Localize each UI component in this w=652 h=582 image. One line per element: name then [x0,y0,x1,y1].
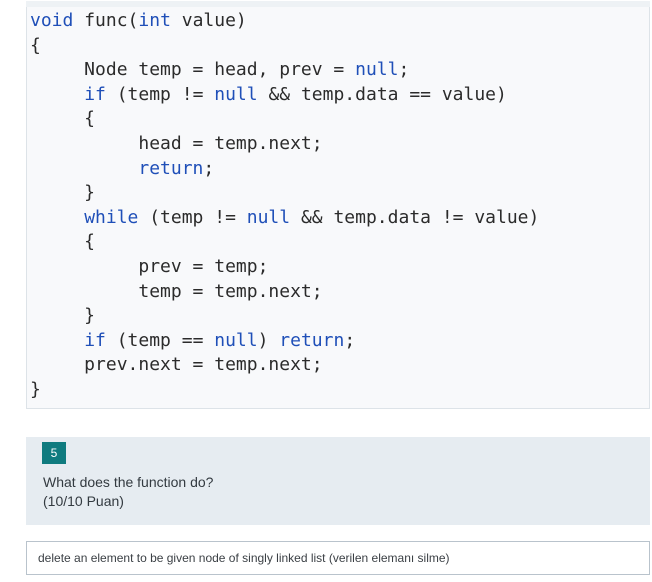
code-text: ) [257,329,280,351]
code-text: Node temp = head, prev = [30,59,356,81]
code-keyword: null [246,206,291,228]
code-line: prev = temp; [30,254,268,279]
code-keyword: while [84,206,139,228]
code-line: } [30,303,95,328]
code-line: prev.next = temp.next; [30,352,323,377]
code-keyword: int [138,10,171,31]
code-line: { [30,106,95,131]
question-card: 5 What does the function do? (10/10 Puan… [26,437,650,525]
answer-field[interactable]: delete an element to be given node of si… [26,541,650,575]
code-line: { [30,229,95,254]
code-line: if (temp != null && temp.data == value) [30,82,507,107]
code-text: prev = temp; [30,256,269,277]
code-text: ; [344,329,356,351]
code-text: { [30,231,96,253]
question-number-badge: 5 [42,442,66,464]
code-text: (temp != [105,83,215,105]
code-text: } [30,182,96,204]
code-keyword: null [214,83,258,105]
code-text: func( [73,10,139,31]
code-line: if (temp == null) return; [30,328,355,353]
code-text: head = temp.next; [30,133,323,154]
code-line: } [30,377,41,402]
code-keyword: null [214,329,258,351]
question-points: (10/10 Puan) [43,493,124,509]
code-panel: void func(int value){ Node temp = head, … [26,1,650,409]
code-text: ; [203,157,215,179]
question-text: What does the function do? [43,474,214,490]
code-text: { [30,34,41,56]
code-keyword: null [355,59,399,81]
code-line: void func(int value) [30,8,247,33]
code-text: && temp.data != value) [290,206,540,228]
code-line: head = temp.next; [30,131,323,156]
code-line: while (temp != null && temp.data != valu… [30,205,539,230]
code-text: ; [398,59,410,81]
code-text: { [30,108,96,130]
code-line: temp = temp.next; [30,279,323,304]
code-text: temp = temp.next; [30,280,323,302]
code-line: } [30,180,95,205]
answer-text: delete an element to be given node of si… [38,551,450,565]
code-text: value) [170,10,247,31]
code-text: (temp == [105,329,215,351]
code-text: } [30,379,41,400]
code-line: { [30,33,41,58]
code-line: Node temp = head, prev = null; [30,57,409,82]
code-keyword: return [138,157,204,179]
code-keyword: if [84,83,106,105]
code-text: prev.next = temp.next; [30,354,323,376]
code-keyword: return [279,329,345,351]
code-keyword: void [30,10,74,31]
code-text: } [30,305,96,327]
code-text: && temp.data == value) [257,83,507,105]
code-line: return; [30,156,214,181]
code-keyword: if [84,329,106,351]
code-text: (temp != [138,206,247,228]
